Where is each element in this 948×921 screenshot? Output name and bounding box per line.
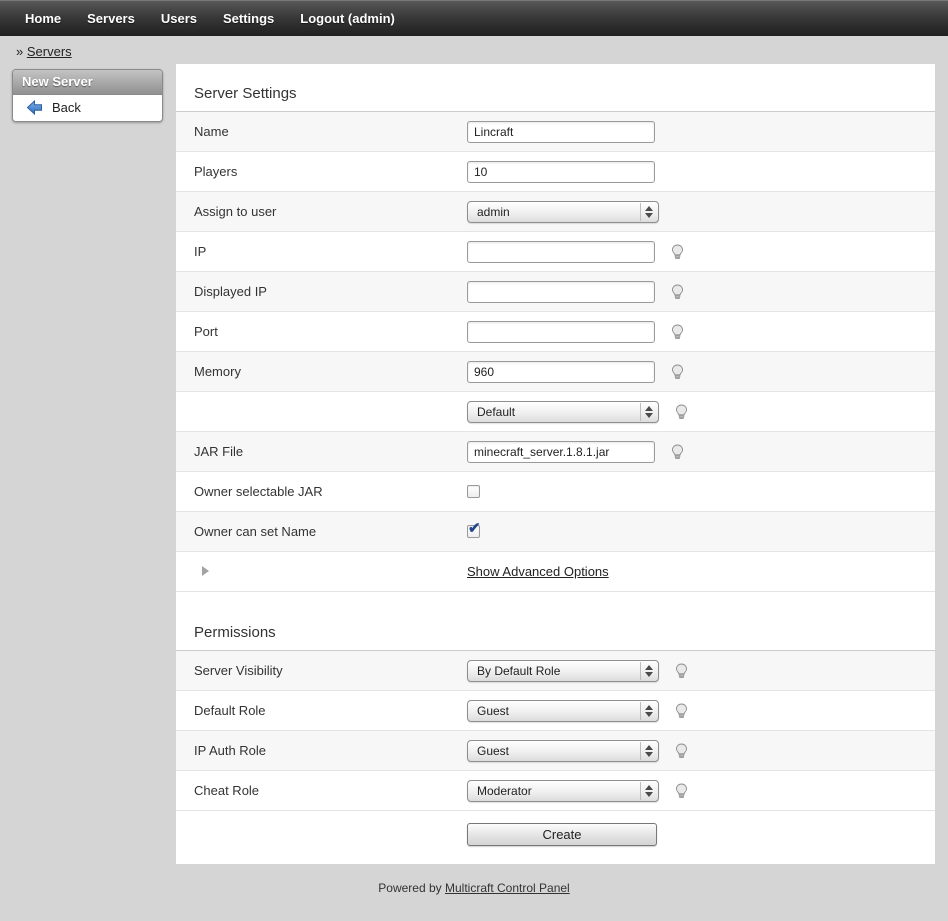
ip-auth-role-select-value: Guest [477,744,509,758]
row-server-visibility: Server Visibility By Default Role [176,651,935,691]
show-advanced-options-link[interactable]: Show Advanced Options [467,564,609,579]
field-label-players: Players [194,164,467,179]
help-lightbulb-icon[interactable] [674,404,689,420]
top-navigation: Home Servers Users Settings Logout (admi… [0,0,948,36]
field-label-server-visibility: Server Visibility [194,663,467,678]
back-arrow-icon [26,100,43,115]
select-stepper-icon [640,782,657,800]
cheat-role-select[interactable]: Moderator [467,780,659,802]
row-owner-can-set-name: Owner can set Name [176,512,935,552]
select-stepper-icon [640,702,657,720]
row-advanced-options: Show Advanced Options [176,552,935,592]
footer-link-multicraft[interactable]: Multicraft Control Panel [445,881,570,895]
owner-can-set-name-checkbox[interactable] [467,525,480,538]
help-lightbulb-icon[interactable] [670,324,685,340]
section-title-server-settings: Server Settings [176,64,935,112]
default-role-select[interactable]: Guest [467,700,659,722]
field-label-ip: IP [194,244,467,259]
nav-item-servers[interactable]: Servers [74,11,148,26]
help-lightbulb-icon[interactable] [670,284,685,300]
cheat-role-select-value: Moderator [477,784,532,798]
ip-input[interactable] [467,241,655,263]
name-input[interactable] [467,121,655,143]
collapsed-triangle-icon [202,566,209,576]
field-label-cheat-role: Cheat Role [194,783,467,798]
row-assign-to-user: Assign to user admin [176,192,935,232]
help-lightbulb-icon[interactable] [674,783,689,799]
nav-item-users[interactable]: Users [148,11,210,26]
row-players: Players [176,152,935,192]
sidebar: New Server Back [12,69,163,122]
row-owner-selectable-jar: Owner selectable JAR [176,472,935,512]
page-layout: New Server Back Server Settings [0,64,948,864]
footer-text: Powered by [378,881,445,895]
server-visibility-select[interactable]: By Default Role [467,660,659,682]
help-lightbulb-icon[interactable] [670,244,685,260]
sidebar-title: New Server [13,70,162,95]
create-button[interactable]: Create [467,823,657,846]
owner-selectable-jar-checkbox[interactable] [467,485,480,498]
select-stepper-icon [640,662,657,680]
memory-preset-select[interactable]: Default [467,401,659,423]
advanced-toggle[interactable] [194,564,467,579]
ip-auth-role-select[interactable]: Guest [467,740,659,762]
help-lightbulb-icon[interactable] [674,663,689,679]
help-lightbulb-icon[interactable] [674,703,689,719]
assign-to-user-select-value: admin [477,205,510,219]
field-label-name: Name [194,124,467,139]
port-input[interactable] [467,321,655,343]
help-lightbulb-icon[interactable] [674,743,689,759]
field-label-default-role: Default Role [194,703,467,718]
field-label-assign-to-user: Assign to user [194,204,467,219]
displayed-ip-input[interactable] [467,281,655,303]
breadcrumb-link-servers[interactable]: Servers [27,44,72,59]
field-label-port: Port [194,324,467,339]
field-label-memory: Memory [194,364,467,379]
select-stepper-icon [640,742,657,760]
field-label-jar-file: JAR File [194,444,467,459]
default-role-select-value: Guest [477,704,509,718]
select-stepper-icon [640,203,657,221]
memory-input[interactable] [467,361,655,383]
row-memory: Memory [176,352,935,392]
row-port: Port [176,312,935,352]
back-label: Back [52,100,81,115]
permissions-rows: Server Visibility By Default Role [176,651,935,811]
footer: Powered by Multicraft Control Panel [0,864,948,921]
help-lightbulb-icon[interactable] [670,444,685,460]
field-label-ip-auth-role: IP Auth Role [194,743,467,758]
row-ip: IP [176,232,935,272]
server-settings-rows: Name Players Assign to user admin [176,112,935,592]
help-lightbulb-icon[interactable] [670,364,685,380]
select-stepper-icon [640,403,657,421]
assign-to-user-select[interactable]: admin [467,201,659,223]
create-row: Create [176,811,935,860]
section-title-permissions: Permissions [176,592,935,651]
field-label-displayed-ip: Displayed IP [194,284,467,299]
field-label-owner-selectable-jar: Owner selectable JAR [194,484,467,499]
row-displayed-ip: Displayed IP [176,272,935,312]
nav-item-settings[interactable]: Settings [210,11,287,26]
breadcrumb-symbol: » [16,44,23,59]
nav-item-logout[interactable]: Logout (admin) [287,11,408,26]
row-name: Name [176,112,935,152]
row-memory-preset: Default [176,392,935,432]
players-input[interactable] [467,161,655,183]
row-default-role: Default Role Guest [176,691,935,731]
breadcrumb: » Servers [0,36,948,64]
main-panel: Server Settings Name Players Assign to u… [176,64,935,864]
memory-preset-select-value: Default [477,405,515,419]
nav-item-home[interactable]: Home [12,11,74,26]
jar-file-input[interactable] [467,441,655,463]
row-jar-file: JAR File [176,432,935,472]
server-visibility-select-value: By Default Role [477,664,560,678]
row-cheat-role: Cheat Role Moderator [176,771,935,811]
row-ip-auth-role: IP Auth Role Guest [176,731,935,771]
field-label-owner-can-set-name: Owner can set Name [194,524,467,539]
back-button[interactable]: Back [13,95,162,121]
